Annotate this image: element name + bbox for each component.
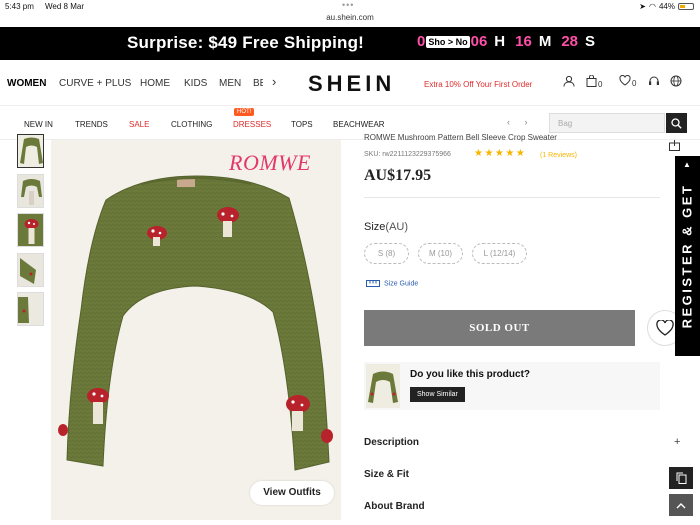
hot-badge: HOT! — [234, 108, 255, 116]
about-brand-section[interactable]: About Brand — [364, 501, 425, 512]
search-icon — [671, 117, 682, 129]
battery-percent: 44% — [658, 2, 675, 11]
subnav-trends[interactable]: TRENDS — [75, 120, 108, 129]
chevron-up-icon — [676, 502, 686, 508]
wishlist-count: 0 — [632, 79, 637, 88]
product-price: AU$17.95 — [364, 167, 432, 184]
wifi-icon: ◠ — [649, 2, 656, 11]
thumbnail-2[interactable] — [17, 174, 44, 208]
countdown-hours: 06 — [470, 33, 488, 50]
countdown-seconds: 28 — [561, 33, 579, 50]
multitask-dots[interactable]: ••• — [342, 0, 354, 10]
status-bar: 5:43 pm Wed 8 Mar ••• ➤ ◠ 44% — [0, 0, 700, 14]
subnav-clothing[interactable]: CLOTHING — [171, 120, 212, 129]
size-label-text: Size — [364, 221, 386, 233]
countdown-box: Sho > No — [426, 35, 470, 48]
size-fit-section[interactable]: Size & Fit — [364, 469, 409, 480]
size-label: Size(AU) — [364, 221, 408, 233]
promo-text: Surprise: $49 Free Shipping! — [127, 33, 365, 52]
bag-icon[interactable]: 0 — [586, 74, 603, 90]
hours-unit: H — [494, 33, 506, 50]
seconds-unit: S — [585, 33, 596, 50]
caret-up-icon: ▲ — [683, 160, 691, 169]
product-title: ROMWE Mushroom Pattern Bell Sleeve Crop … — [364, 133, 557, 142]
back-to-top-button[interactable] — [669, 494, 693, 516]
thumbnail-4[interactable] — [17, 253, 44, 287]
search-input[interactable]: Bag — [549, 113, 665, 133]
size-option-l[interactable]: L (12/14) — [472, 243, 527, 264]
share-icon[interactable] — [669, 138, 680, 156]
product-main-image[interactable] — [51, 140, 341, 520]
address-bar[interactable]: au.shein.com — [0, 13, 700, 25]
first-order-offer[interactable]: Extra 10% Off Your First Order — [424, 80, 532, 89]
size-guide-link[interactable]: Size Guide — [366, 280, 418, 287]
description-expand-icon[interactable]: + — [674, 436, 680, 448]
sub-nav: NEW IN TRENDS SALE CLOTHING HOT! DRESSES… — [0, 108, 700, 140]
reviews-link[interactable]: (1 Reviews) — [540, 152, 577, 159]
thumbnail-1[interactable] — [17, 134, 44, 168]
brand-watermark: ROMWE — [229, 150, 311, 175]
nav-women[interactable]: WOMEN — [7, 78, 46, 89]
search-button[interactable] — [666, 113, 687, 133]
account-icon[interactable] — [563, 75, 575, 90]
similar-products-box: Do you like this product? Show Similar — [364, 362, 660, 410]
size-option-m[interactable]: M (10) — [418, 243, 463, 264]
nav-home[interactable]: HOME — [140, 78, 170, 89]
mushroom-5 — [321, 429, 333, 443]
compare-floating-button[interactable] — [669, 467, 693, 489]
subnav-scroll-arrows[interactable]: ‹ › — [507, 117, 534, 127]
subnav-beachwear[interactable]: BEACHWEAR — [333, 120, 385, 129]
sold-out-button[interactable]: SOLD OUT — [364, 310, 635, 346]
support-headset-icon[interactable] — [648, 75, 660, 90]
countdown-minutes: 16 — [515, 33, 532, 50]
like-question: Do you like this product? — [410, 369, 531, 380]
ruler-icon — [366, 280, 380, 287]
product-sku: SKU: rw2211123229375966 — [364, 151, 451, 158]
wishlist-heart-icon[interactable]: 0 — [619, 74, 637, 89]
nav-more-chevron-icon[interactable]: › — [272, 74, 276, 89]
subnav-dresses[interactable]: DRESSES — [233, 120, 271, 129]
size-guide-label: Size Guide — [384, 280, 419, 288]
copy-icon — [676, 472, 686, 484]
promo-countdown: 0 Sho > No 06 H 16 M 28 S — [417, 33, 605, 50]
nav-curve-plus[interactable]: CURVE + PLUS — [59, 78, 131, 89]
show-similar-button[interactable]: Show Similar — [410, 387, 465, 402]
battery-icon — [678, 3, 694, 10]
globe-icon[interactable] — [670, 75, 682, 90]
location-icon: ➤ — [639, 2, 646, 11]
main-nav: WOMEN CURVE + PLUS HOME KIDS MEN BE › SH… — [0, 62, 700, 106]
description-section[interactable]: Description — [364, 437, 419, 448]
rating-stars[interactable]: ★★★★★ — [474, 148, 526, 159]
register-tab-text: REGISTER & GET — [679, 183, 695, 329]
subnav-new-in[interactable]: NEW IN — [24, 120, 53, 129]
bag-count: 0 — [598, 80, 603, 89]
thumbnail-3[interactable] — [17, 213, 44, 247]
info-divider — [364, 197, 660, 198]
heart-icon — [656, 320, 674, 336]
battery-fill — [680, 5, 685, 8]
subnav-sale[interactable]: SALE — [129, 120, 149, 129]
status-time: 5:43 pm — [5, 2, 34, 11]
shein-logo[interactable]: SHEIN — [308, 71, 395, 97]
minutes-unit: M — [538, 33, 552, 50]
register-side-tab[interactable]: ▲ REGISTER & GET — [675, 156, 700, 356]
similar-thumbnail — [366, 364, 400, 408]
thumbnail-5[interactable] — [17, 292, 44, 326]
countdown-days: 0 — [417, 33, 426, 50]
nav-beauty[interactable]: BE — [253, 78, 263, 89]
promo-banner[interactable]: Surprise: $49 Free Shipping! 0 Sho > No … — [0, 27, 700, 60]
status-right: ➤ ◠ 44% — [639, 2, 694, 11]
nav-kids[interactable]: KIDS — [184, 78, 207, 89]
nav-men[interactable]: MEN — [219, 78, 241, 89]
subnav-tops[interactable]: TOPS — [291, 120, 313, 129]
view-outfits-button[interactable]: View Outfits — [250, 481, 334, 505]
mushroom-6 — [58, 424, 68, 436]
size-unit: (AU) — [385, 221, 409, 233]
size-option-s[interactable]: S (8) — [364, 243, 409, 264]
sweater-illustration — [58, 175, 333, 471]
status-date: Wed 8 Mar — [45, 2, 84, 11]
